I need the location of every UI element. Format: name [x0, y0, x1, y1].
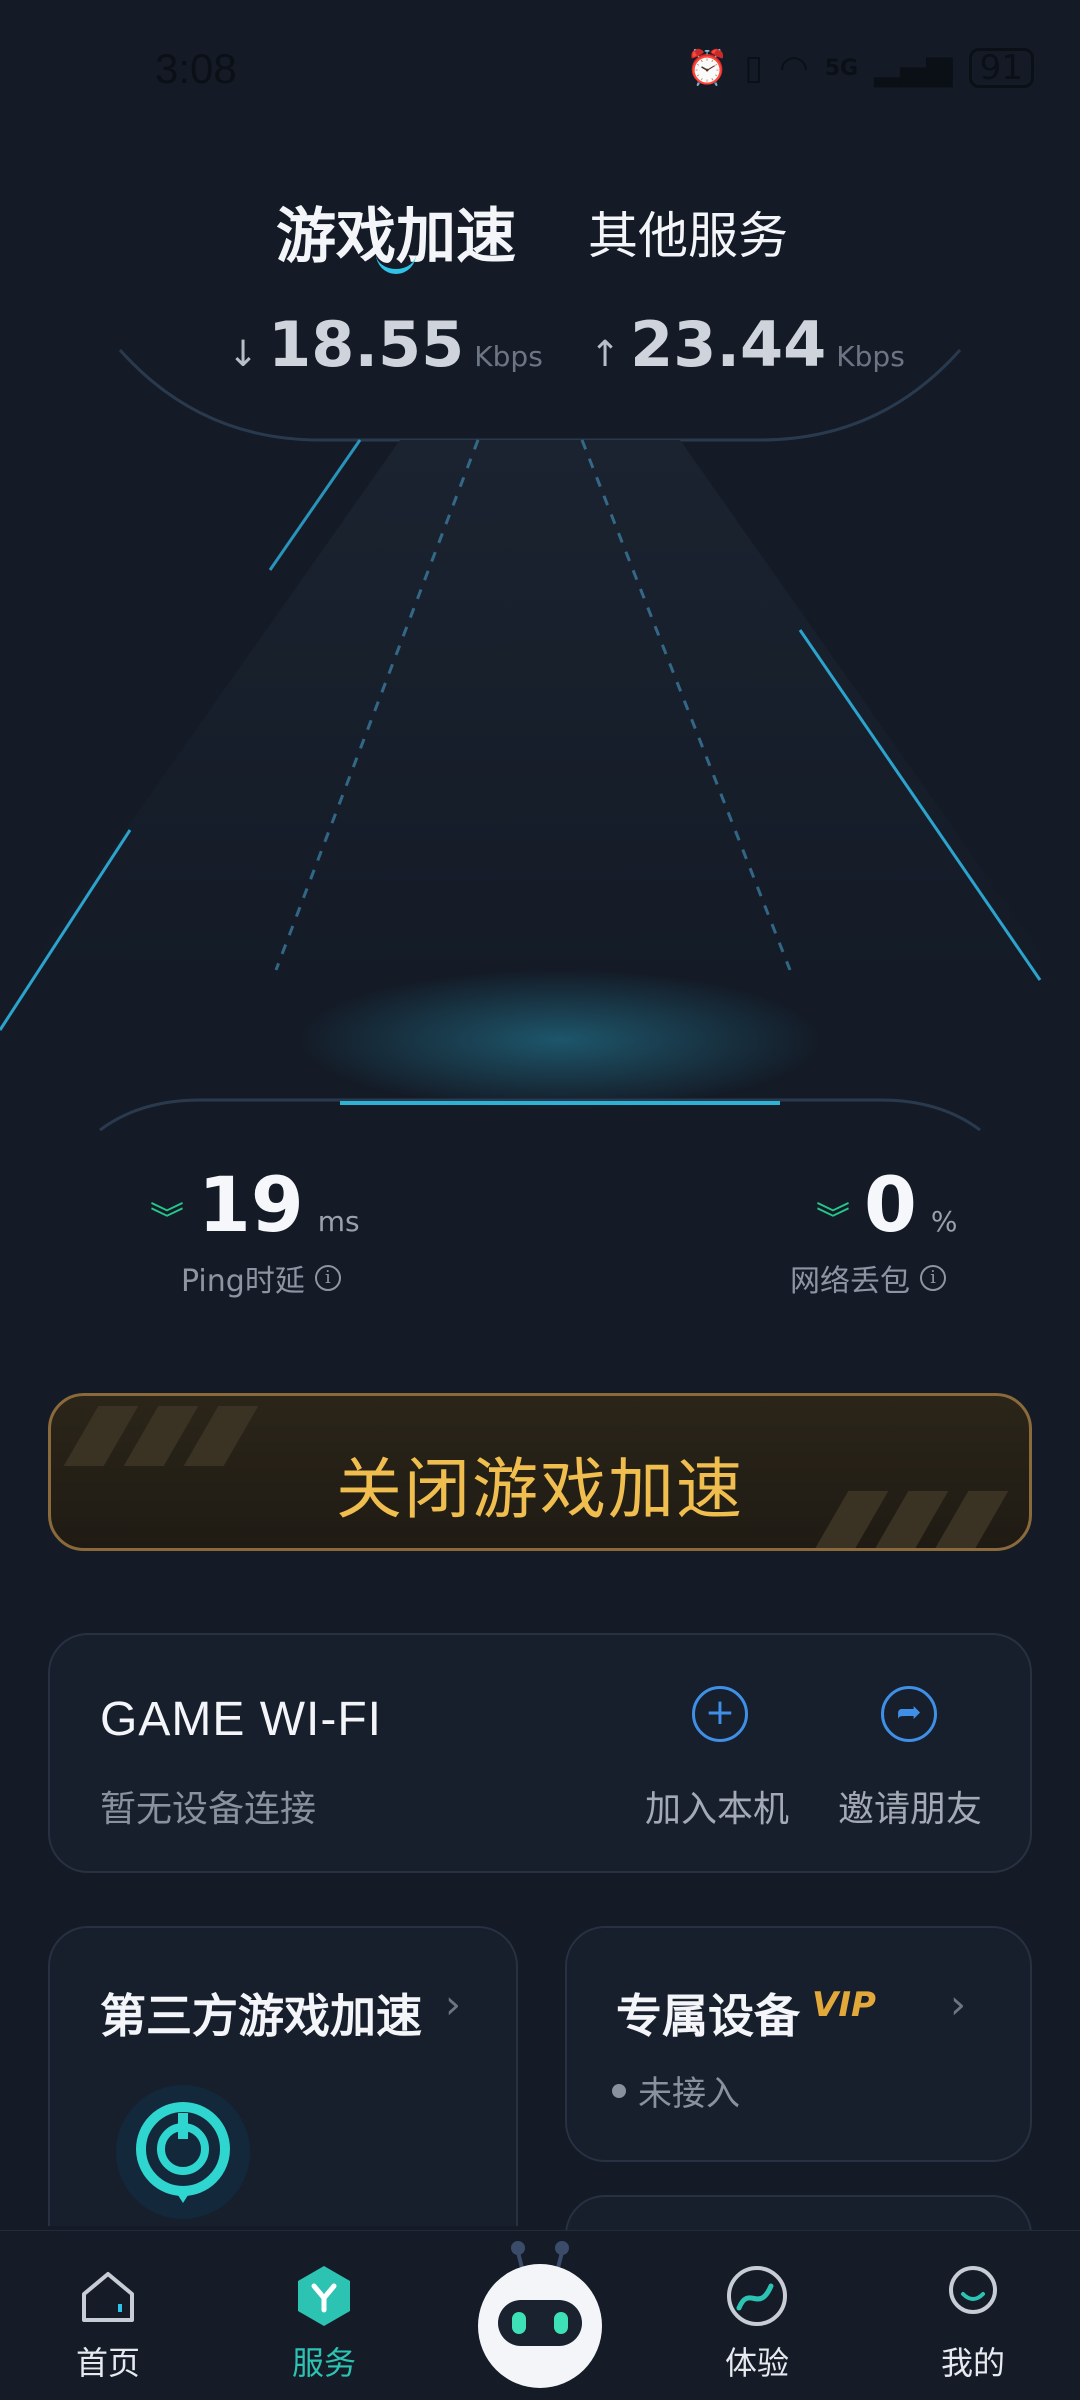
nav-item-experience[interactable]: 体验: [677, 2264, 837, 2384]
download-speed-unit: Kbps: [474, 340, 543, 373]
ping-metric: ︾ 19 ms: [150, 1160, 360, 1249]
double-chevron-down-icon: ︾: [150, 1200, 184, 1240]
plus-icon[interactable]: +: [692, 1686, 748, 1742]
nav-label-profile: 我的: [940, 2344, 1005, 2382]
chevron-right-icon: ›: [950, 1982, 966, 2028]
nav-label-home: 首页: [75, 2344, 140, 2382]
signal-icon: 5G: [824, 55, 859, 81]
packet-loss-metric: ︾ 0 %: [816, 1160, 958, 1249]
packet-loss-value: 0: [864, 1160, 917, 1249]
download-arrow-icon: ↓: [228, 334, 259, 375]
upload-speed-unit: Kbps: [836, 340, 905, 373]
packet-loss-label-text: 网络丢包: [790, 1264, 910, 1299]
upload-speed-value: 23.44: [630, 308, 827, 381]
nav-item-service[interactable]: 服务: [244, 2264, 404, 2384]
upload-arrow-icon: ↑: [590, 334, 621, 375]
nav-label-service: 服务: [291, 2344, 356, 2382]
game-wifi-status: 暂无设备连接: [100, 1789, 317, 1830]
share-icon[interactable]: ➦: [881, 1686, 937, 1742]
alarm-icon: ⏰: [686, 48, 729, 88]
vibrate-icon: ▯: [744, 48, 764, 88]
status-icons: ⏰ ▯ ◠ 5G ▂▄▆ 91: [686, 48, 1034, 88]
game-app-icon[interactable]: [116, 2085, 250, 2219]
exclusive-device-title: 专属设备: [616, 1989, 800, 2043]
double-chevron-down-icon: ︾: [816, 1200, 850, 1240]
close-acceleration-label: 关闭游戏加速: [336, 1451, 744, 1528]
third-party-title: 第三方游戏加速: [100, 1989, 422, 2043]
packet-loss-unit: %: [930, 1205, 958, 1238]
signal-bars-icon: ▂▄▆: [874, 48, 953, 88]
join-device-button[interactable]: 加入本机: [645, 1780, 789, 1832]
nav-item-profile[interactable]: 我的: [893, 2264, 1053, 2384]
exclusive-device-status: 未接入: [612, 2066, 740, 2115]
info-icon[interactable]: i: [314, 1265, 341, 1291]
status-dot: [612, 2083, 626, 2098]
exclusive-device-status-text: 未接入: [638, 2074, 740, 2114]
vip-badge: VIP: [812, 1985, 876, 2025]
chevron-right-icon: ›: [445, 1982, 461, 2028]
profile-icon: [949, 2266, 997, 2314]
info-icon[interactable]: i: [920, 1265, 946, 1291]
upload-speed: ↑ 23.44 Kbps: [590, 308, 905, 381]
nav-item-home[interactable]: 首页: [28, 2264, 188, 2384]
road-graphic: [0, 349, 1060, 1132]
packet-loss-label[interactable]: 网络丢包 i: [790, 1256, 946, 1300]
ping-value: 19: [198, 1160, 304, 1249]
wifi-icon: ◠: [779, 48, 809, 88]
download-speed-value: 18.55: [268, 308, 465, 381]
invite-friends-button[interactable]: 邀请朋友: [838, 1780, 982, 1832]
status-time: 3:08: [155, 45, 237, 92]
ping-label[interactable]: Ping时延 i: [181, 1256, 341, 1300]
service-icon: [298, 2266, 350, 2326]
download-speed: ↓ 18.55 Kbps: [228, 308, 543, 381]
ping-label-text: Ping时延: [181, 1264, 305, 1299]
game-wifi-title: GAME WI-FI: [100, 1693, 382, 1746]
experience-icon: [727, 2266, 787, 2326]
robot-assistant-icon[interactable]: [468, 2238, 612, 2388]
nav-label-experience: 体验: [724, 2344, 789, 2382]
third-party-acceleration-card[interactable]: [48, 1926, 518, 2226]
battery-indicator: 91: [968, 48, 1034, 88]
home-icon: [82, 2272, 134, 2322]
game-wifi-card: [48, 1633, 1032, 1873]
ping-unit: ms: [317, 1205, 360, 1238]
close-acceleration-button[interactable]: 关闭游戏加速: [48, 1393, 1032, 1551]
